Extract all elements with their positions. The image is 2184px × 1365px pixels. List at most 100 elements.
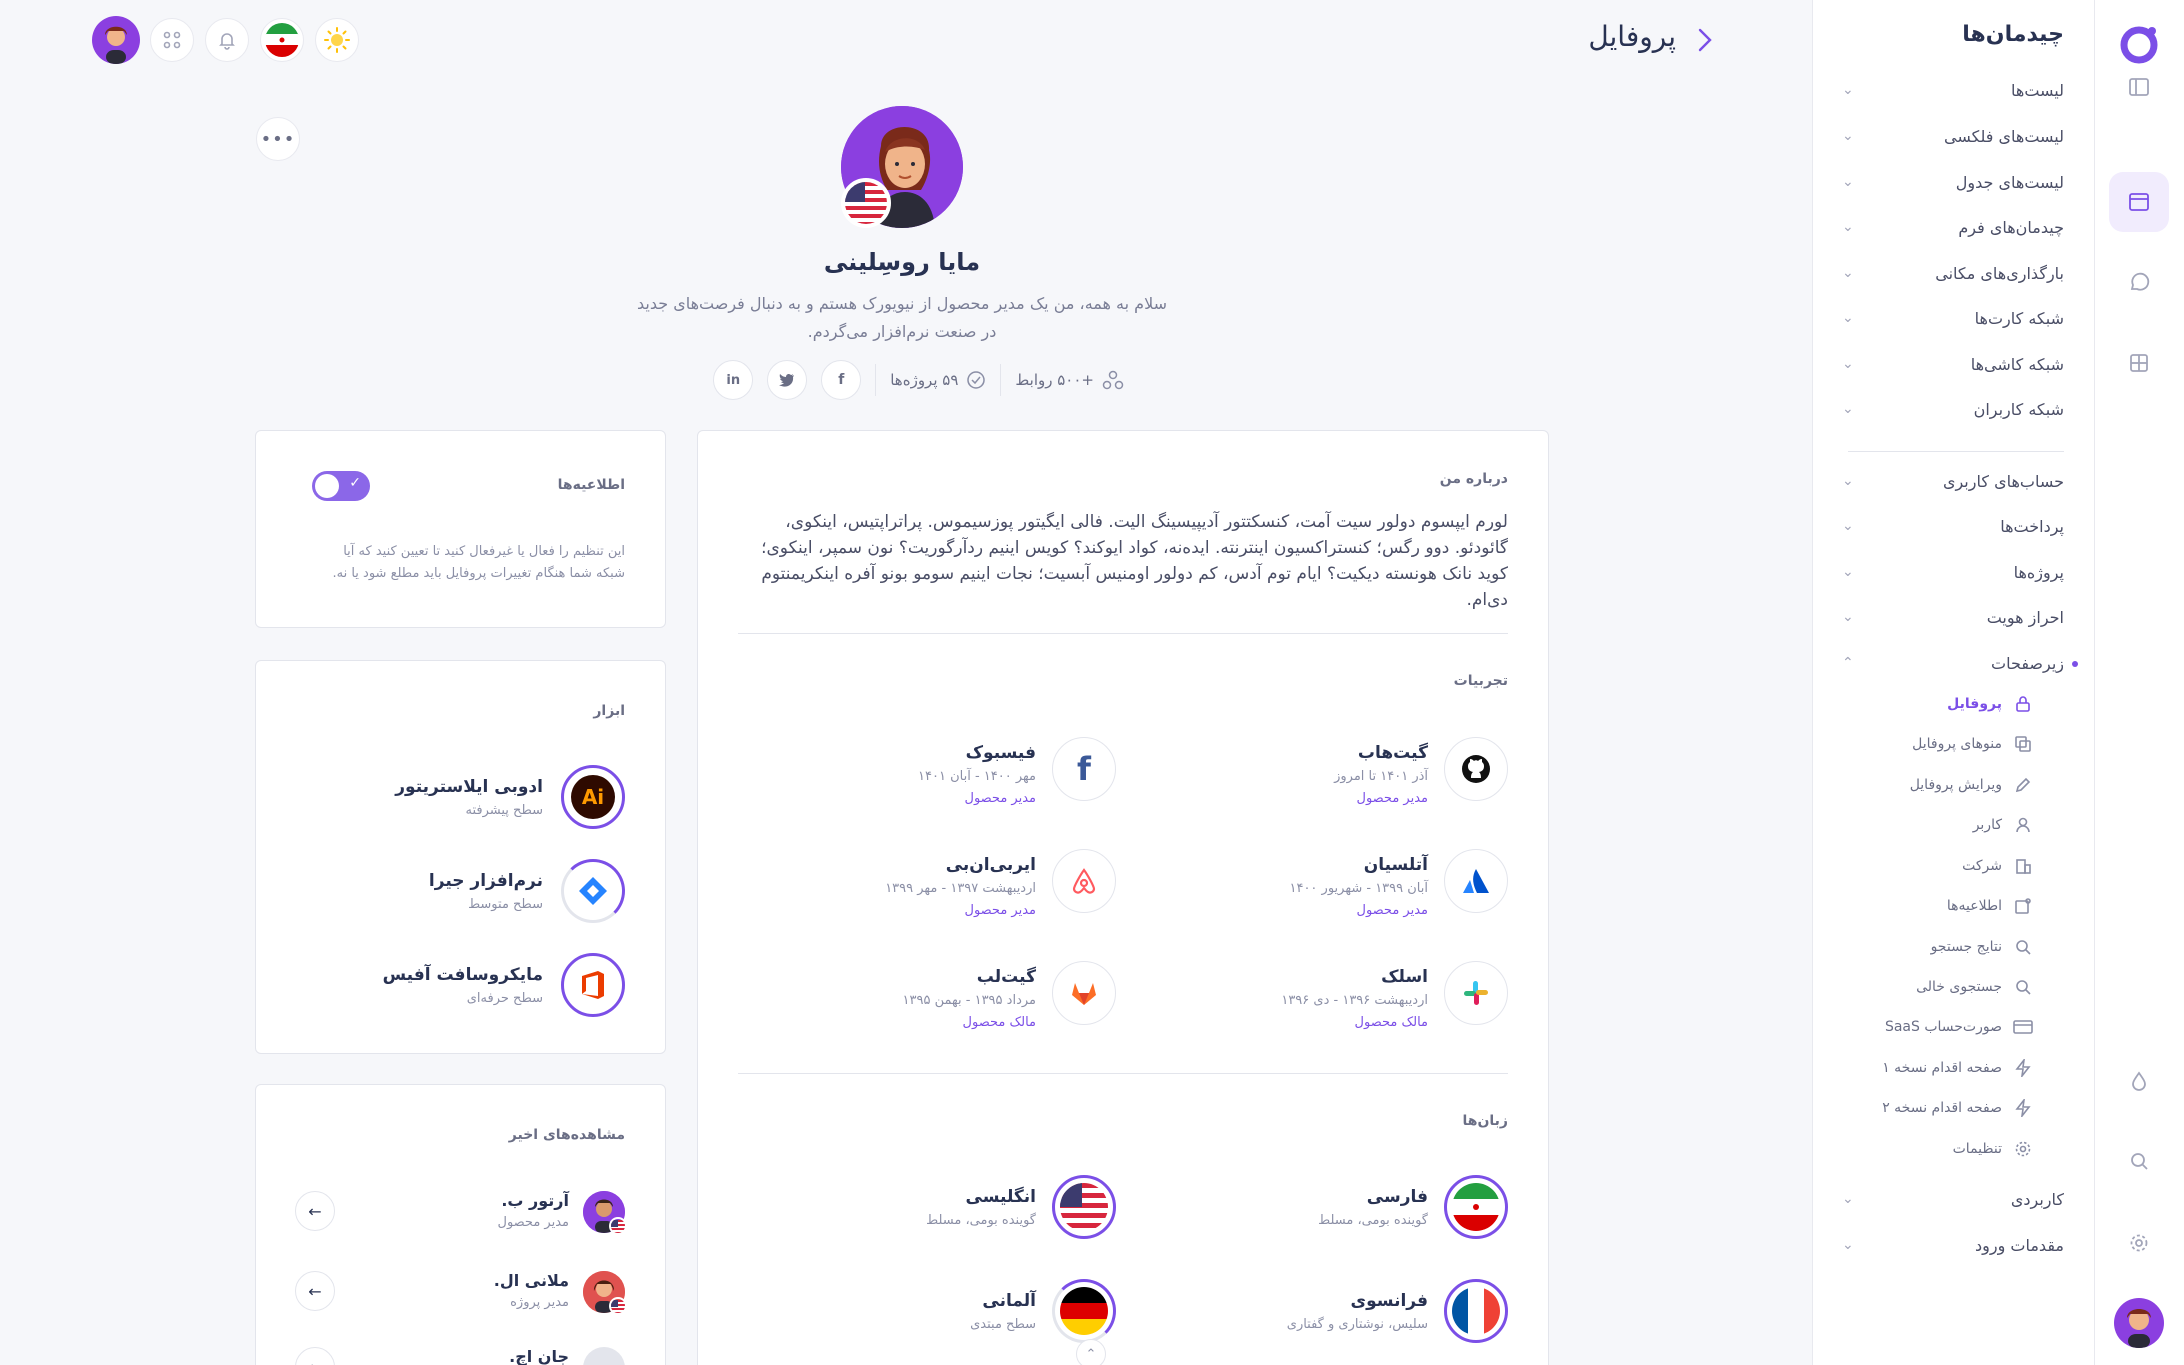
apps-icon [163, 31, 181, 49]
sidebar-item-payments[interactable]: پرداخت‌ها ⌄ [1842, 511, 2064, 541]
recent-view-item[interactable]: جان اچ. ← [295, 1343, 625, 1365]
droplet-icon[interactable] [2118, 1060, 2160, 1102]
arrow-left-icon[interactable]: ← [295, 1191, 335, 1231]
connections-label: +۵۰۰ روابط [1015, 371, 1094, 389]
language-level: سطح مبتدی [970, 1317, 1036, 1332]
experience-item[interactable]: اسلک اردیبهشت ۱۳۹۶ - دی ۱۳۹۶ مالک محصول [1128, 961, 1508, 1041]
subpage-settings[interactable]: تنظیمات [1874, 1135, 2034, 1163]
airbnb-icon [1052, 849, 1116, 913]
apps-button[interactable] [150, 18, 194, 62]
sidebar-item-placeloads[interactable]: بارگذاری‌های مکانی ⌄ [1842, 258, 2064, 288]
facebook-icon: f [1052, 737, 1116, 801]
notifications-button[interactable] [205, 18, 249, 62]
subpage-label: صورت‌حساب SaaS [1884, 1019, 2002, 1035]
sidebar-item-accounts[interactable]: حساب‌های کاربری ⌄ [1842, 466, 2064, 496]
user-avatar[interactable] [2114, 1298, 2164, 1348]
experience-role: مدیر محصول [964, 791, 1037, 806]
sidebar-item-flex-lists[interactable]: لیست‌های فلکسی ⌄ [1842, 121, 2064, 151]
tool-item: Ai ادوبی ایلاستریتور سطح پیشرفته [285, 765, 625, 833]
chevron-down-icon: ⌄ [1842, 356, 1854, 372]
tool-name: مایکروسافت آفیس [382, 965, 543, 985]
experience-item[interactable]: گیت‌هاب آذر ۱۴۰۱ تا امروز مدیر محصول [1128, 737, 1508, 817]
subpage-saas-billing[interactable]: صورت‌حساب SaaS [1874, 1013, 2034, 1041]
subpage-action-v2[interactable]: صفحه اقدام نسخه ۲ [1874, 1094, 2034, 1122]
linkedin-icon: in [726, 372, 741, 388]
subpage-edit-profile[interactable]: ویرایش پروفایل [1874, 771, 2034, 799]
recent-view-item[interactable]: آرتور ب. مدیر محصول ← [295, 1187, 627, 1237]
sidebar-item-tile-grid[interactable]: شبکه کاشی‌ها ⌄ [1842, 349, 2064, 379]
sidebar-item-utility[interactable]: کاربردی ⌄ [1842, 1184, 2064, 1214]
experience-item[interactable]: f فیسبوک مهر ۱۴۰۰ - آبان ۱۴۰۱ مدیر محصول [736, 737, 1116, 817]
subpage-action-v1[interactable]: صفحه اقدام نسخه ۱ [1874, 1054, 2034, 1082]
layouts-icon[interactable] [2109, 172, 2169, 232]
sidebar-item-label: حساب‌های کاربری [1942, 471, 2064, 491]
sidebar-item-card-grid[interactable]: شبکه کارت‌ها ⌄ [1842, 303, 2064, 333]
tool-item: نرم‌افزار جیرا سطح متوسط [285, 859, 625, 927]
chevron-down-icon: ⌄ [1842, 1237, 1854, 1253]
language-button[interactable] [260, 18, 304, 62]
experience-company: اسلک [1381, 967, 1428, 987]
gear-icon [2012, 1140, 2034, 1158]
subpage-user[interactable]: کاربر [1874, 811, 2034, 839]
chat-icon[interactable] [2118, 262, 2160, 304]
stats-divider [875, 364, 877, 396]
sidebar-item-user-grid[interactable]: شبکه کاربران ⌄ [1842, 394, 2064, 424]
chevron-up-icon[interactable]: ⌃ [1076, 1339, 1106, 1365]
sidebar-item-label: مقدمات ورود [1975, 1235, 2064, 1255]
experience-item[interactable]: ایربی‌ان‌بی اردیبهشت ۱۳۹۷ - مهر ۱۳۹۹ مدی… [736, 849, 1116, 929]
chevron-right-icon[interactable] [1694, 26, 1716, 58]
tool-level: سطح پیشرفته [465, 803, 544, 818]
experience-item[interactable]: گیت‌لب مرداد ۱۳۹۵ - بهمن ۱۳۹۵ مالک محصول [736, 961, 1116, 1041]
tool-name: ادوبی ایلاستریتور [395, 777, 543, 797]
notifications-description-line: شبکه شما هنگام تغییرات پروفایل باید مطلع… [332, 566, 625, 581]
app-logo[interactable] [2118, 22, 2160, 64]
facebook-link[interactable]: f [821, 360, 862, 400]
theme-toggle-button[interactable] [315, 18, 359, 62]
subpage-profile-menus[interactable]: منوهای پروفایل [1874, 730, 2034, 758]
sidebar-toggle-icon[interactable] [2118, 66, 2160, 108]
subpage-profile[interactable]: پروفایل [1874, 690, 2034, 718]
subpage-notifications[interactable]: اطلاعیه‌ها [1874, 892, 2034, 920]
chevron-up-icon: ⌃ [1842, 655, 1854, 671]
twitter-link[interactable] [767, 360, 808, 400]
sidebar-item-label: بارگذاری‌های مکانی [1935, 263, 2064, 283]
sidebar-item-projects[interactable]: پروژه‌ها ⌄ [1842, 557, 2064, 587]
recent-views-card: مشاهده‌های اخیر آرتور ب. مدیر محصول ← مل… [255, 1084, 666, 1365]
sidebar-item-lists[interactable]: لیست‌ها ⌄ [1842, 75, 2064, 105]
facebook-icon: f [838, 372, 845, 388]
building-icon [2012, 857, 2034, 875]
grid-icon[interactable] [2118, 342, 2160, 384]
sidebar-title: چیدمان‌ها [1962, 22, 2064, 47]
notifications-toggle[interactable]: ✓ [312, 471, 370, 501]
subpage-empty-search[interactable]: جستجوی خالی [1874, 973, 2034, 1001]
zap-icon [2012, 1099, 2034, 1117]
page-title: پروفایل [1588, 20, 1676, 53]
gear-icon[interactable] [2118, 1222, 2160, 1264]
sidebar-item-onboarding[interactable]: مقدمات ورود ⌄ [1842, 1230, 2064, 1260]
chevron-down-icon: ⌄ [1842, 1191, 1854, 1207]
arrow-left-icon[interactable]: ← [295, 1347, 335, 1365]
sidebar-item-auth[interactable]: احراز هویت ⌄ [1842, 602, 2064, 632]
profile-stats: +۵۰۰ روابط ۵۹ پروژه‌ها f in [680, 360, 1124, 400]
sun-icon [324, 27, 350, 53]
more-options-button[interactable]: ••• [256, 117, 300, 161]
chevron-down-icon: ⌄ [1842, 609, 1854, 625]
arrow-left-icon[interactable]: ← [295, 1271, 335, 1311]
user-icon [2012, 816, 2034, 834]
sidebar-item-subpages[interactable]: زیرصفحات ⌃ [1842, 648, 2064, 678]
recent-view-item[interactable]: ملانی ال. مدیر پروژه ← [295, 1267, 627, 1317]
search-icon[interactable] [2118, 1140, 2160, 1182]
experience-period: اردیبهشت ۱۳۹۷ - مهر ۱۳۹۹ [885, 881, 1036, 896]
chevron-down-icon: ⌄ [1842, 473, 1854, 489]
sidebar-item-form-layouts[interactable]: چیدمان‌های فرم ⌄ [1842, 212, 2064, 242]
subpage-search-results[interactable]: نتایج جستجو [1874, 933, 2034, 961]
sidebar-divider [1848, 451, 2064, 452]
check-circle-icon [967, 371, 986, 389]
bell-icon [219, 33, 235, 50]
linkedin-link[interactable]: in [713, 360, 754, 400]
experience-item[interactable]: آتلسیان آبان ۱۳۹۹ - شهریور ۱۴۰۰ مدیر محص… [1128, 849, 1508, 929]
subpage-company[interactable]: شرکت [1874, 852, 2034, 880]
header-avatar[interactable] [92, 16, 140, 64]
sidebar-item-table-lists[interactable]: لیست‌های جدول ⌄ [1842, 167, 2064, 197]
toggle-knob [315, 474, 339, 498]
